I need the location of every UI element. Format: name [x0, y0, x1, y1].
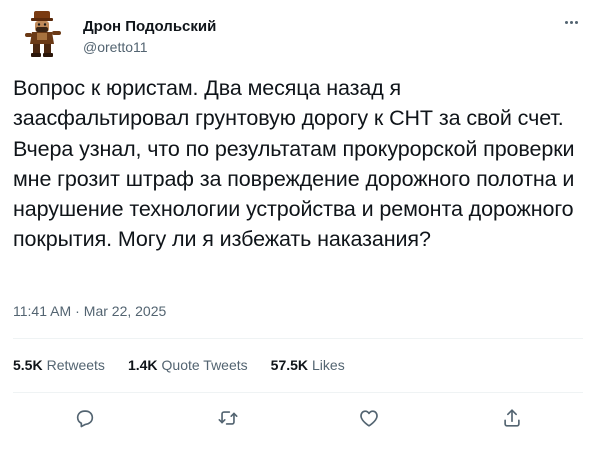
meta-separator: · — [75, 303, 80, 319]
divider — [13, 392, 583, 393]
tweet-header: Дрон Подольский @oretto11 — [12, 10, 584, 58]
avatar[interactable] — [20, 10, 64, 58]
tweet-card: Дрон Подольский @oretto11 Вопрос к юрист… — [0, 0, 596, 454]
likes-count: 57.5K — [270, 357, 309, 373]
share-icon — [504, 409, 520, 427]
quote-tweets-label: Quote Tweets — [161, 357, 248, 373]
quote-tweets-stat[interactable]: 1.4K Quote Tweets — [128, 357, 248, 377]
tweet-text: Вопрос к юристам. Два месяца назад я заа… — [13, 76, 575, 252]
reply-button[interactable] — [69, 402, 101, 434]
tweet-date: Mar 22, 2025 — [83, 303, 167, 319]
retweet-icon — [218, 411, 238, 425]
divider — [13, 338, 583, 339]
like-button[interactable] — [353, 402, 385, 434]
likes-label: Likes — [312, 357, 345, 373]
retweet-button[interactable] — [212, 402, 244, 434]
retweets-count: 5.5K — [13, 357, 43, 373]
quote-tweets-count: 1.4K — [127, 357, 158, 373]
likes-stat[interactable]: 57.5K Likes — [271, 357, 345, 377]
action-bar — [0, 398, 596, 438]
reply-icon — [76, 410, 94, 428]
author-display-name[interactable]: Дрон Подольский — [83, 18, 216, 35]
more-options-icon[interactable] — [560, 12, 582, 32]
engagement-stats: 5.5K Retweets 1.4K Quote Tweets 57.5K Li… — [13, 357, 368, 377]
avatar-figure-icon — [25, 11, 61, 57]
tweet-time: 11:41 AM — [13, 303, 72, 319]
retweets-label: Retweets — [46, 357, 105, 373]
author-handle[interactable]: @oretto11 — [83, 39, 148, 55]
retweets-stat[interactable]: 5.5K Retweets — [13, 357, 105, 377]
heart-icon — [360, 410, 378, 427]
tweet-timestamp[interactable]: 11:41 AM · Mar 22, 2025 — [13, 303, 166, 319]
share-button[interactable] — [496, 402, 528, 434]
